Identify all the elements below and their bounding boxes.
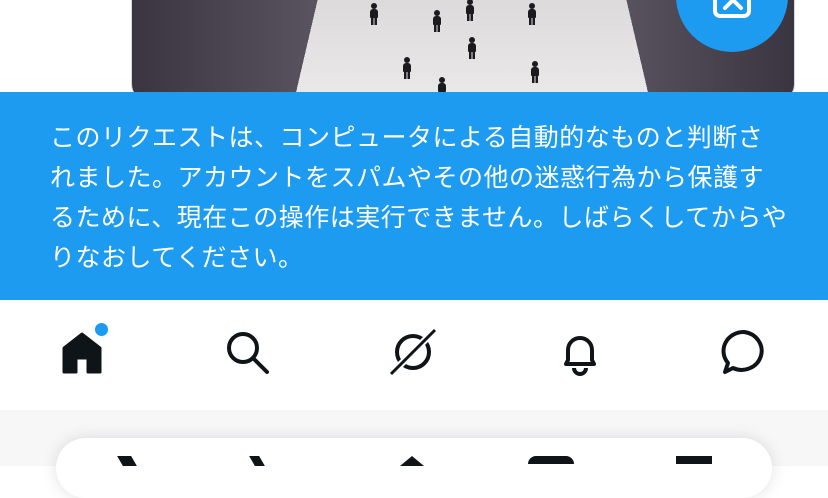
bottom-tab-bar bbox=[0, 300, 828, 410]
tab-messages[interactable] bbox=[714, 322, 774, 382]
image-person bbox=[369, 3, 379, 25]
grok-icon bbox=[388, 327, 438, 377]
tab-search[interactable] bbox=[217, 322, 277, 382]
action-icon-retweet[interactable] bbox=[249, 456, 265, 466]
image-person bbox=[527, 3, 537, 25]
message-icon bbox=[721, 329, 764, 374]
bell-icon bbox=[564, 336, 596, 376]
share-icon[interactable] bbox=[400, 456, 424, 466]
action-icon-bookmark[interactable] bbox=[676, 456, 712, 464]
home-notification-badge bbox=[93, 321, 110, 338]
image-person bbox=[432, 10, 442, 32]
image-person bbox=[530, 61, 540, 83]
toast-message: このリクエストは、コンピュータによる自動的なものと判断されました。アカウントをス… bbox=[50, 123, 788, 272]
image-person bbox=[467, 37, 477, 59]
image-person bbox=[465, 0, 475, 21]
search-icon bbox=[227, 332, 269, 374]
rate-limit-toast: このリクエストは、コンピュータによる自動的なものと判断されました。アカウントをス… bbox=[0, 92, 828, 300]
tab-notifications[interactable] bbox=[550, 322, 610, 382]
tab-grok[interactable] bbox=[383, 322, 443, 382]
image-person bbox=[402, 57, 412, 79]
bottom-action-bar bbox=[56, 438, 772, 498]
compose-media-icon bbox=[713, 0, 751, 18]
action-icon-reply[interactable] bbox=[117, 456, 137, 466]
action-icon-like[interactable] bbox=[528, 456, 574, 464]
